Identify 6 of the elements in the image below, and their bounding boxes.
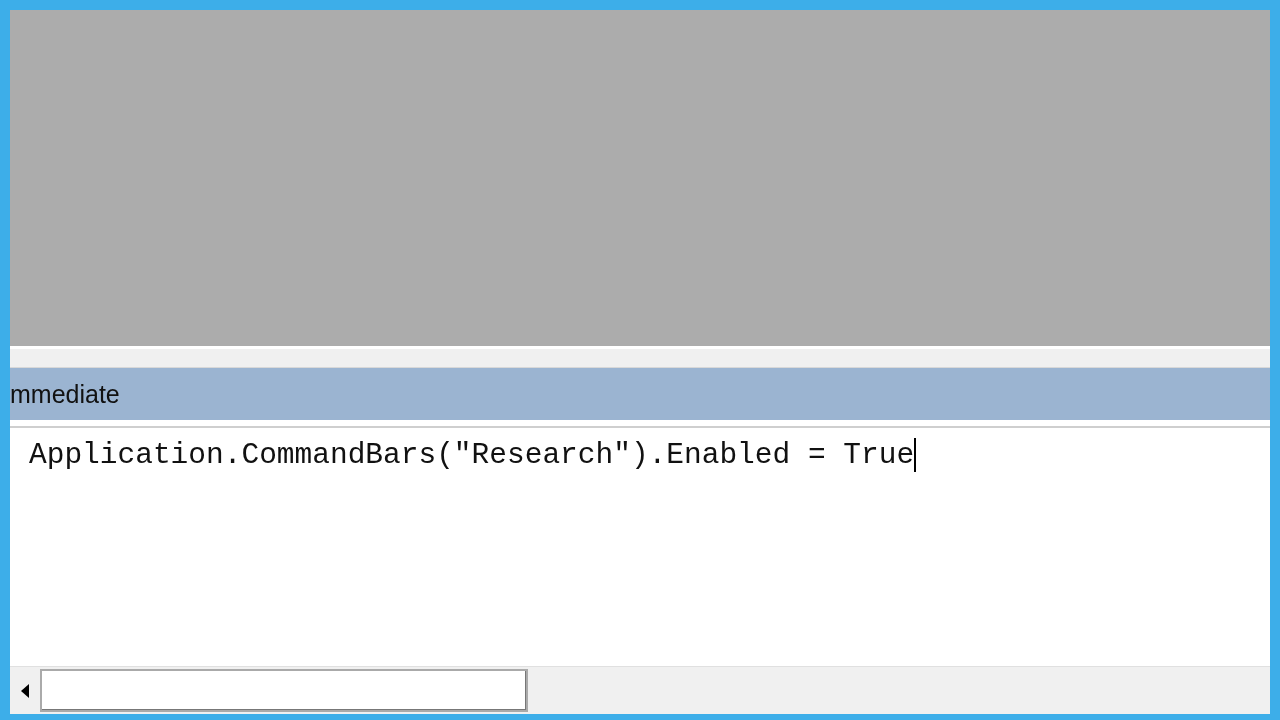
- horizontal-scrollbar[interactable]: [10, 666, 1270, 714]
- code-line: Application.CommandBars("Research").Enabled = True: [29, 438, 915, 472]
- panel-title: mmediate: [10, 379, 120, 409]
- scroll-thumb[interactable]: [40, 669, 528, 712]
- text-caret: [914, 438, 917, 472]
- left-arrow-icon: [21, 683, 29, 698]
